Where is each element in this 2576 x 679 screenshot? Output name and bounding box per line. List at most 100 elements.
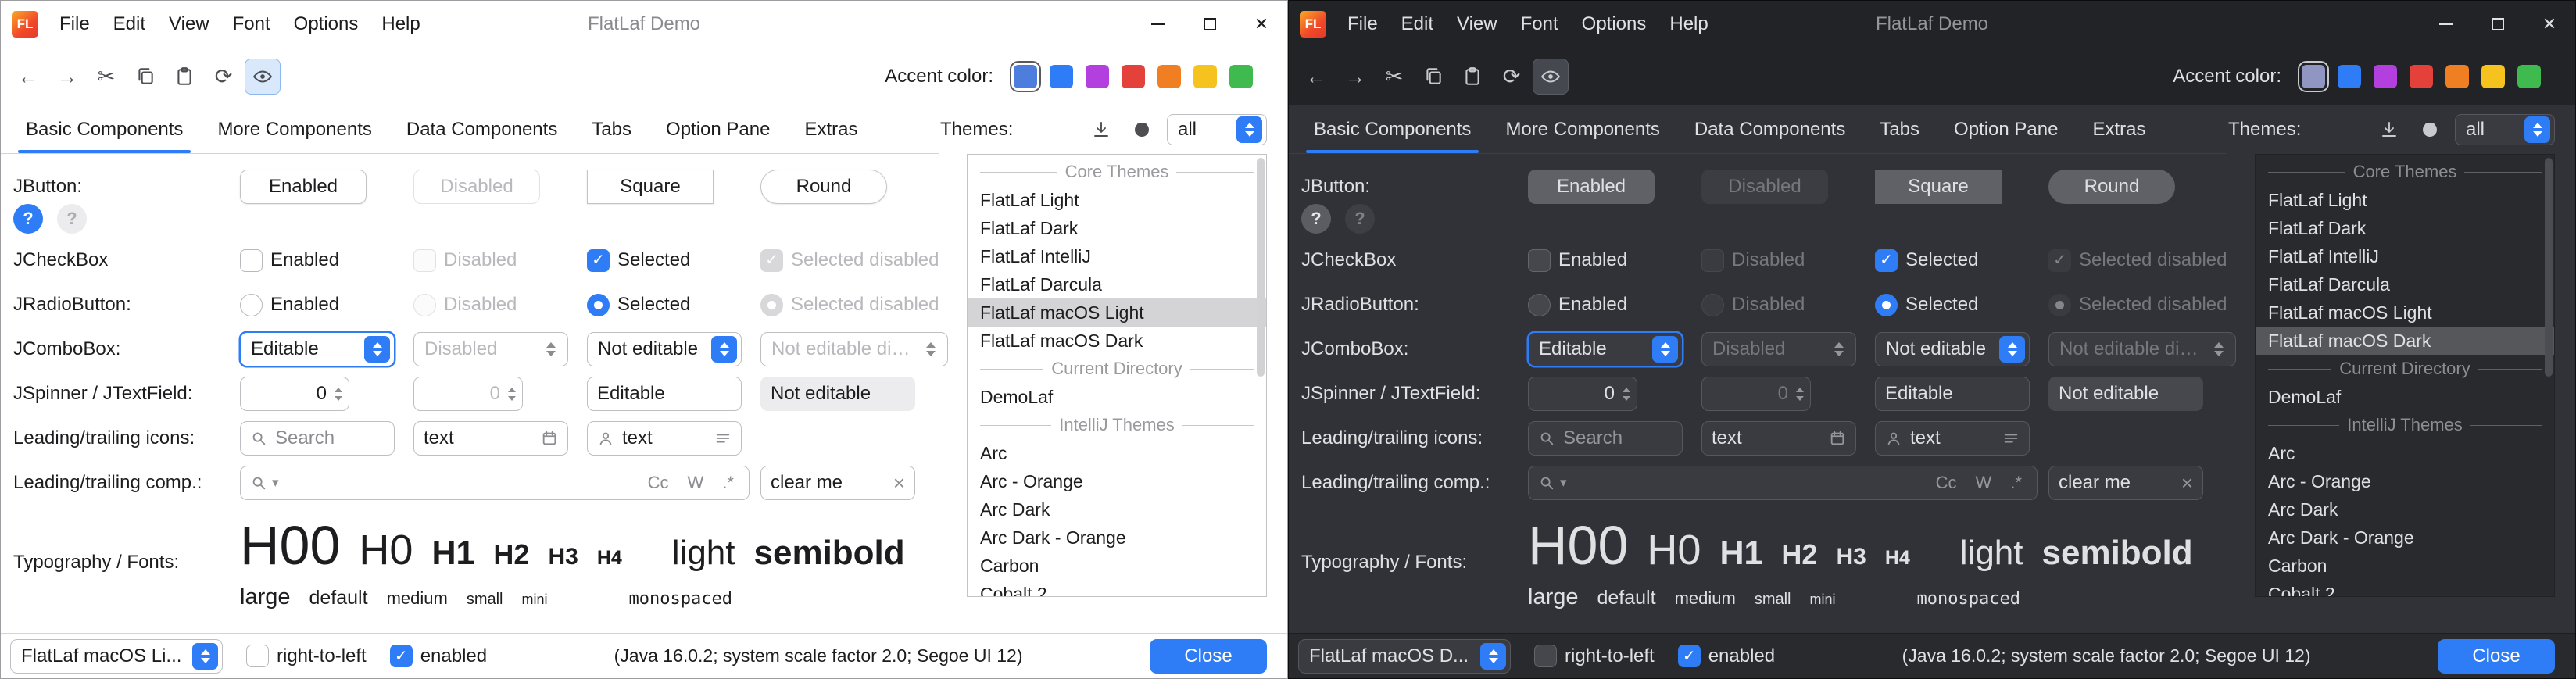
spinner-arrows-icon[interactable] — [1623, 388, 1630, 401]
menu-file[interactable]: File — [48, 7, 102, 41]
scrollbar[interactable] — [2543, 156, 2553, 595]
theme-item[interactable]: DemoLaf — [968, 383, 1266, 411]
theme-item[interactable]: DemoLaf — [2256, 383, 2554, 411]
menu-help[interactable]: Help — [1658, 7, 1719, 41]
theme-item[interactable]: FlatLaf Light — [2256, 186, 2554, 214]
download-theme-button[interactable] — [2374, 114, 2405, 145]
spinner-arrows-icon[interactable] — [335, 388, 342, 401]
tab-tabs[interactable]: Tabs — [574, 105, 649, 153]
theme-item[interactable]: Arc Dark - Orange — [2256, 524, 2554, 552]
maximize-button[interactable] — [2472, 1, 2524, 48]
search-options-field[interactable]: ▾ Cc W .* — [1528, 466, 2038, 500]
close-window-button[interactable]: ✕ — [1236, 1, 1287, 48]
menu-view[interactable]: View — [1445, 7, 1509, 41]
theme-filter-combobox[interactable]: all — [1167, 114, 1267, 145]
menu-view[interactable]: View — [157, 7, 221, 41]
checkbox[interactable] — [246, 645, 269, 667]
search-field[interactable]: Search — [1528, 421, 1683, 456]
whole-words-toggle[interactable]: W — [1970, 473, 1998, 493]
accent-swatch-3[interactable] — [2374, 65, 2397, 88]
match-case-toggle[interactable]: Cc — [642, 473, 674, 493]
back-button[interactable]: ← — [1298, 59, 1334, 95]
theme-item[interactable]: Arc — [968, 439, 1266, 467]
scrollbar-thumb[interactable] — [1257, 158, 1265, 377]
checkbox[interactable] — [1534, 645, 1557, 667]
menu-edit[interactable]: Edit — [102, 7, 157, 41]
theme-item[interactable]: FlatLaf Dark — [968, 214, 1266, 242]
regex-toggle[interactable]: .* — [717, 473, 739, 493]
accent-swatch-7[interactable] — [1229, 65, 1253, 88]
tab-data-components[interactable]: Data Components — [389, 105, 574, 153]
square-button[interactable]: Square — [587, 170, 714, 204]
eye-toggle-button[interactable] — [245, 59, 281, 95]
help-button[interactable]: ? — [1301, 204, 1331, 234]
theme-item[interactable]: FlatLaf macOS Dark — [2256, 327, 2554, 355]
regex-toggle[interactable]: .* — [2005, 473, 2027, 493]
accent-swatch-4[interactable] — [1122, 65, 1145, 88]
tab-data-components[interactable]: Data Components — [1677, 105, 1862, 153]
search-options-field[interactable]: ▾ Cc W .* — [240, 466, 750, 500]
accent-swatch-5[interactable] — [2445, 65, 2469, 88]
menu-edit[interactable]: Edit — [1390, 7, 1445, 41]
spinner[interactable]: 0 — [240, 377, 349, 411]
theme-item[interactable]: Cobalt 2 — [968, 580, 1266, 597]
accent-swatch-1[interactable] — [2302, 65, 2325, 88]
calendar-field[interactable]: text — [413, 421, 568, 456]
editable-combobox[interactable]: Editable — [240, 332, 395, 366]
close-dialog-button[interactable]: Close — [2438, 639, 2555, 674]
editable-combobox[interactable]: Editable — [1528, 332, 1683, 366]
cut-button[interactable]: ✂ — [88, 59, 124, 95]
user-field[interactable]: text — [587, 421, 742, 456]
theme-item[interactable]: FlatLaf Light — [968, 186, 1266, 214]
scrollbar-thumb[interactable] — [2545, 158, 2553, 377]
cut-button[interactable]: ✂ — [1376, 59, 1412, 95]
forward-button[interactable]: → — [1337, 59, 1373, 95]
theme-item[interactable]: FlatLaf macOS Light — [968, 298, 1266, 327]
tab-more-components[interactable]: More Components — [200, 105, 388, 153]
laf-combobox[interactable]: FlatLaf macOS Li... — [10, 639, 223, 674]
checkbox[interactable] — [1678, 645, 1701, 667]
accent-swatch-6[interactable] — [2481, 65, 2505, 88]
checkbox-enabled[interactable] — [1528, 249, 1551, 272]
theme-item[interactable]: Arc Dark — [968, 495, 1266, 524]
enabled-checkbox[interactable]: enabled — [390, 645, 487, 667]
maximize-button[interactable] — [1184, 1, 1236, 48]
tab-option-pane[interactable]: Option Pane — [649, 105, 787, 153]
search-field[interactable]: Search — [240, 421, 395, 456]
theme-item[interactable]: FlatLaf Darcula — [2256, 270, 2554, 298]
menu-help[interactable]: Help — [370, 7, 431, 41]
accent-swatch-1[interactable] — [1014, 65, 1037, 88]
tab-basic-components[interactable]: Basic Components — [9, 105, 200, 153]
right-to-left-checkbox[interactable]: right-to-left — [1534, 645, 1655, 667]
minimize-button[interactable] — [1132, 1, 1184, 48]
clear-icon[interactable]: × — [2181, 473, 2193, 493]
paste-button[interactable] — [1454, 59, 1490, 95]
accent-swatch-3[interactable] — [1086, 65, 1109, 88]
theme-item[interactable]: Carbon — [968, 552, 1266, 580]
clear-me-field[interactable]: clear me × — [2048, 466, 2203, 500]
user-field[interactable]: text — [1875, 421, 2030, 456]
theme-item[interactable]: Arc Dark — [2256, 495, 2554, 524]
accent-swatch-2[interactable] — [2338, 65, 2361, 88]
copy-button[interactable] — [1415, 59, 1451, 95]
enabled-button[interactable]: Enabled — [240, 170, 367, 204]
theme-item[interactable]: Arc Dark - Orange — [968, 524, 1266, 552]
match-case-toggle[interactable]: Cc — [1930, 473, 1962, 493]
menu-file[interactable]: File — [1336, 7, 1390, 41]
accent-swatch-7[interactable] — [2517, 65, 2541, 88]
tab-tabs[interactable]: Tabs — [1862, 105, 1937, 153]
radio-enabled[interactable] — [240, 294, 263, 316]
tab-basic-components[interactable]: Basic Components — [1297, 105, 1488, 153]
theme-item[interactable]: Arc - Orange — [2256, 467, 2554, 495]
tab-extras[interactable]: Extras — [787, 105, 875, 153]
checkbox[interactable] — [390, 645, 413, 667]
refresh-button[interactable]: ⟳ — [1494, 59, 1530, 95]
radio-selected[interactable] — [587, 294, 610, 316]
noneditable-combobox[interactable]: Not editable — [587, 332, 742, 366]
theme-item[interactable]: Arc — [2256, 439, 2554, 467]
tab-more-components[interactable]: More Components — [1488, 105, 1676, 153]
eye-toggle-button[interactable] — [1533, 59, 1569, 95]
theme-item[interactable]: Cobalt 2 — [2256, 580, 2554, 597]
minimize-button[interactable] — [2420, 1, 2472, 48]
clear-icon[interactable]: × — [893, 473, 905, 493]
